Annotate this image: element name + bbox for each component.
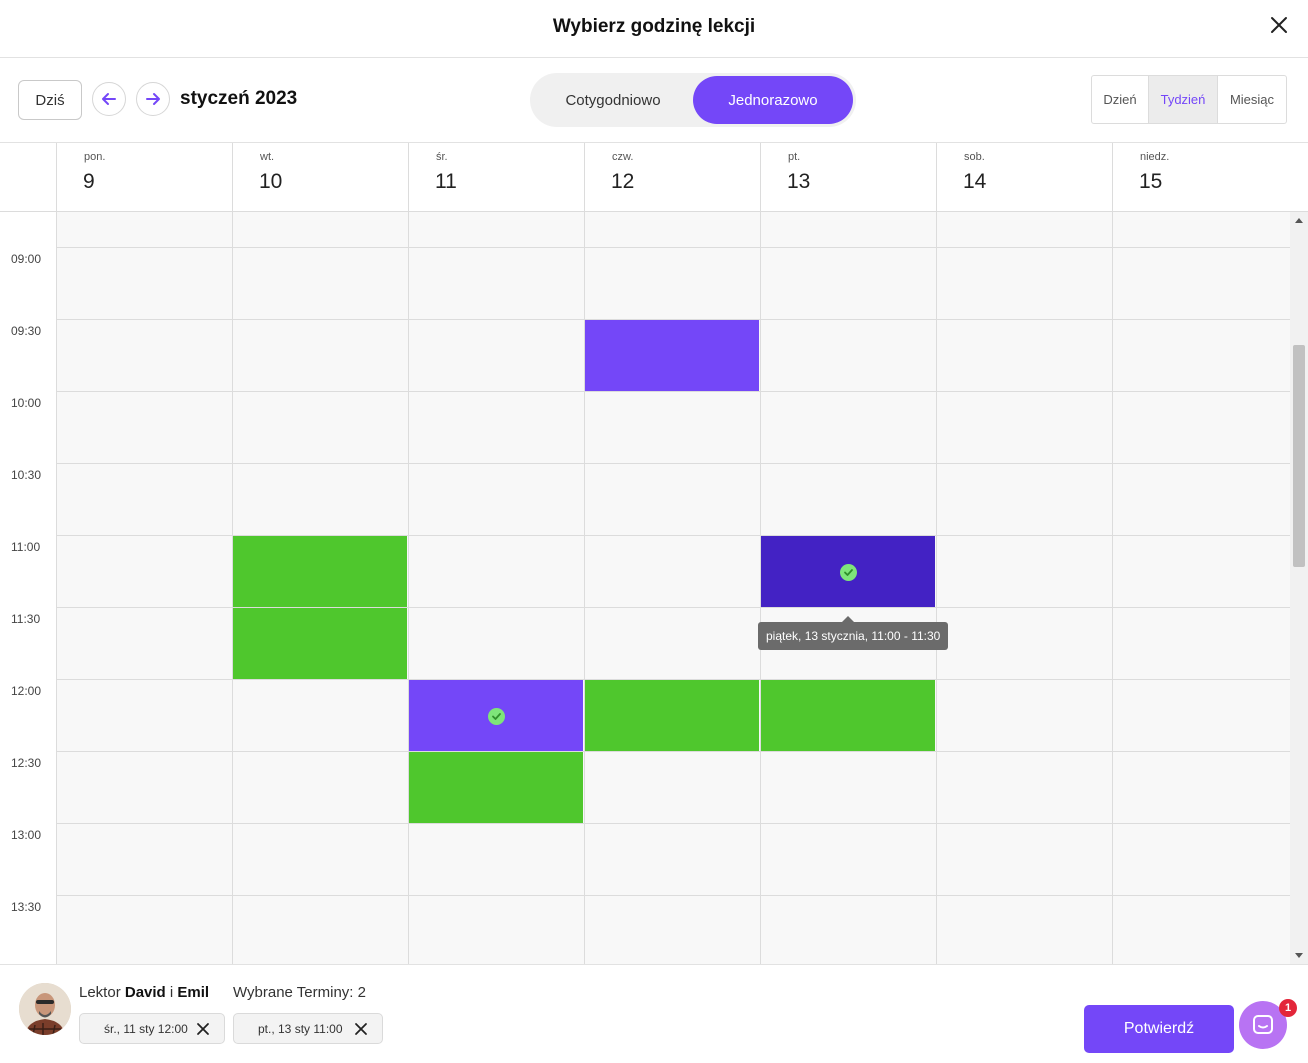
close-icon[interactable] xyxy=(1268,14,1290,36)
calendar-toolbar: Dziś styczeń 2023 Cotygodniowo Jednorazo… xyxy=(0,58,1308,143)
weekday-name: sob. xyxy=(964,151,985,163)
time-label: 12:30 xyxy=(11,756,42,770)
view-week-option[interactable]: Tydzień xyxy=(1149,76,1218,123)
slot-tooltip: piątek, 13 stycznia, 11:00 - 11:30 xyxy=(758,616,949,650)
tutor-joiner: i xyxy=(169,984,174,1001)
available-time-slot[interactable] xyxy=(233,608,407,679)
tutor-prefix: Lektor xyxy=(79,984,121,1001)
chip-label: pt., 13 sty 11:00 xyxy=(258,1021,343,1036)
weekday-name: pon. xyxy=(84,151,106,163)
weekday-name: pt. xyxy=(788,151,801,163)
weekday-date: 14 xyxy=(963,170,987,193)
grid-row-line xyxy=(56,895,1290,896)
tutor-name-2: Emil xyxy=(177,984,210,1001)
selected-time-slot[interactable] xyxy=(409,680,583,751)
available-time-slot[interactable] xyxy=(585,680,759,751)
weekday-name: niedz. xyxy=(1140,151,1170,163)
mode-once-option[interactable]: Jednorazowo xyxy=(693,76,853,124)
weekday-date: 13 xyxy=(787,170,811,193)
arrow-left-icon xyxy=(102,93,116,105)
time-label: 10:30 xyxy=(11,468,42,482)
weekday-date: 10 xyxy=(259,170,283,193)
weekday-name: wt. xyxy=(260,151,275,163)
weekday-name: śr. xyxy=(436,151,448,163)
scroll-thumb[interactable] xyxy=(1293,345,1305,567)
time-slot-grid xyxy=(56,212,1290,964)
next-week-button[interactable] xyxy=(136,82,170,116)
time-label: 13:30 xyxy=(11,900,42,914)
view-switcher: Dzień Tydzień Miesiąc xyxy=(1091,75,1287,124)
current-month-label: styczeń 2023 xyxy=(180,88,298,109)
modal-header: Wybierz godzinę lekcji xyxy=(0,0,1308,58)
grid-column-line xyxy=(1112,212,1113,964)
time-label: 11:00 xyxy=(11,540,41,554)
weekday-column-header: śr. 11 xyxy=(408,143,584,212)
time-label: 11:30 xyxy=(11,612,41,626)
chat-icon xyxy=(1253,1015,1273,1034)
remove-chip-icon[interactable] xyxy=(196,1022,210,1036)
selected-slot-chip: śr., 11 sty 12:00 xyxy=(79,1013,225,1044)
grid-row-line xyxy=(56,751,1290,752)
booking-footer: Lektor David i Emil Wybrane Terminy: 2 ś… xyxy=(0,964,1308,1063)
grid-row-line xyxy=(56,463,1290,464)
grid-row-line xyxy=(56,391,1290,392)
scroll-up-arrow-icon[interactable] xyxy=(1295,218,1303,223)
tutor-avatar xyxy=(19,983,71,1035)
time-label: 10:00 xyxy=(11,396,42,410)
view-month-option[interactable]: Miesiąc xyxy=(1218,76,1286,123)
checkmark-icon xyxy=(488,707,505,725)
weekday-column-header: niedz. 15 xyxy=(1112,143,1308,212)
selected-slot-chip: pt., 13 sty 11:00 xyxy=(233,1013,383,1044)
scroll-down-arrow-icon[interactable] xyxy=(1295,953,1303,958)
selected-count: Wybrane Terminy: 2 xyxy=(233,984,366,1001)
tutor-names: Lektor David i Emil xyxy=(79,984,209,1001)
selected-time-slot[interactable] xyxy=(761,536,935,607)
time-label: 09:30 xyxy=(11,324,42,338)
time-label: 13:00 xyxy=(11,828,42,842)
mode-weekly-option[interactable]: Cotygodniowo xyxy=(533,76,693,124)
calendar-grid: 09:00 09:30 10:00 10:30 11:00 11:30 12:00 12:30… xyxy=(0,212,1290,964)
remove-chip-icon[interactable] xyxy=(354,1022,368,1036)
weekday-header: pon. 9 wt. 10 śr. 11 czw. 12 pt. 13 sob. 14 niedz. 15 xyxy=(0,143,1308,212)
weekday-date: 15 xyxy=(1139,170,1163,193)
lesson-mode-toggle: Cotygodniowo Jednorazowo xyxy=(530,73,856,127)
weekday-column-header: sob. 14 xyxy=(936,143,1112,212)
available-time-slot[interactable] xyxy=(761,680,935,751)
available-time-slot[interactable] xyxy=(409,752,583,823)
chip-label: śr., 11 sty 12:00 xyxy=(104,1021,188,1036)
grid-row-line xyxy=(56,823,1290,824)
weekday-date: 9 xyxy=(83,170,95,193)
weekday-date: 11 xyxy=(435,170,457,193)
weekday-column-header: czw. 12 xyxy=(584,143,760,212)
grid-scrollbar[interactable] xyxy=(1290,212,1308,964)
today-button[interactable]: Dziś xyxy=(18,80,82,120)
grid-row-line xyxy=(56,247,1290,248)
time-label: 12:00 xyxy=(11,684,42,698)
weekday-column-header: pon. 9 xyxy=(56,143,232,212)
time-label: 09:00 xyxy=(11,252,42,266)
tutor-name-1: David xyxy=(124,984,166,1001)
time-gutter: 09:00 09:30 10:00 10:30 11:00 11:30 12:00 12:30… xyxy=(0,212,56,964)
arrow-right-icon xyxy=(146,93,160,105)
weekday-column-header: wt. 10 xyxy=(232,143,408,212)
grid-column-line xyxy=(56,212,57,964)
weekday-name: czw. xyxy=(612,151,634,163)
view-day-option[interactable]: Dzień xyxy=(1092,76,1149,123)
grid-column-line xyxy=(936,212,937,964)
confirm-button[interactable]: Potwierdź xyxy=(1084,1005,1234,1053)
chat-notification-badge: 1 xyxy=(1279,999,1297,1017)
weekday-column-header: pt. 13 xyxy=(760,143,936,212)
weekday-date: 12 xyxy=(611,170,635,193)
grid-column-line xyxy=(408,212,409,964)
booked-time-slot[interactable] xyxy=(585,320,759,391)
checkmark-icon xyxy=(840,563,857,581)
available-time-slot[interactable] xyxy=(233,536,407,607)
modal-title: Wybierz godzinę lekcji xyxy=(552,16,756,37)
previous-week-button[interactable] xyxy=(92,82,126,116)
